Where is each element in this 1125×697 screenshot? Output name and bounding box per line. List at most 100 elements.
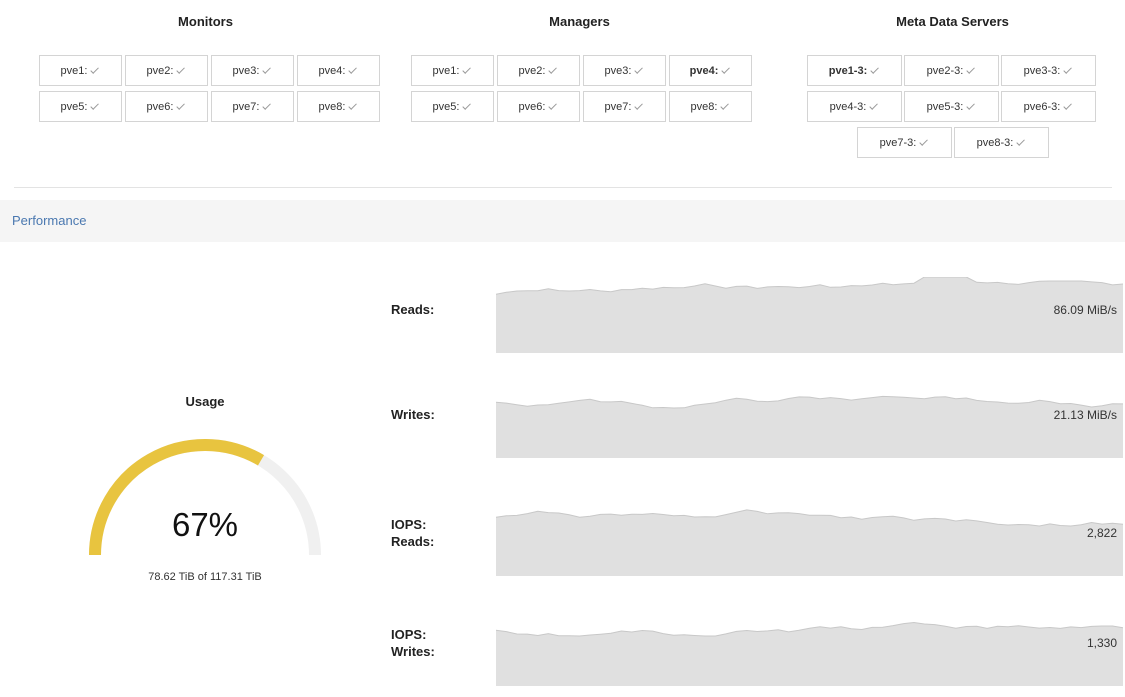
check-icon xyxy=(548,64,558,74)
service-node[interactable]: pve8: xyxy=(297,91,380,122)
check-icon xyxy=(90,100,100,110)
service-node[interactable]: pve8: xyxy=(669,91,752,122)
service-node[interactable]: pve6: xyxy=(125,91,208,122)
check-icon xyxy=(262,64,272,74)
service-node-label: pve2: xyxy=(146,64,174,77)
sparkline-area xyxy=(496,509,1123,576)
service-node-label: pve1: xyxy=(432,64,460,77)
check-icon xyxy=(919,136,929,146)
usage-gauge xyxy=(89,438,321,556)
monitors-group: Monitors pve1: pve2: pve3: pve4: pve5: pve6: p… xyxy=(34,0,380,130)
check-icon xyxy=(634,100,644,110)
service-node[interactable]: pve4: xyxy=(669,55,752,86)
service-node[interactable]: pve3: xyxy=(211,55,294,86)
service-node[interactable]: pve2: xyxy=(497,55,580,86)
service-node[interactable]: pve2: xyxy=(125,55,208,86)
performance-header: Performance xyxy=(0,200,1125,242)
service-node-label: pve7-3: xyxy=(879,136,917,149)
check-icon xyxy=(462,64,472,74)
check-icon xyxy=(869,100,879,110)
service-node[interactable]: pve1: xyxy=(39,55,122,86)
check-icon xyxy=(176,100,186,110)
service-node-label: pve6: xyxy=(518,100,546,113)
service-node[interactable]: pve6: xyxy=(497,91,580,122)
check-icon xyxy=(721,64,731,74)
service-node-label: pve7: xyxy=(604,100,632,113)
check-icon xyxy=(176,64,186,74)
service-node-label: pve4: xyxy=(689,64,719,77)
service-node-label: pve3: xyxy=(232,64,260,77)
service-node-label: pve5: xyxy=(432,100,460,113)
check-icon xyxy=(966,64,976,74)
metric-value: 1,330 xyxy=(1086,636,1117,650)
check-icon xyxy=(548,100,558,110)
service-node[interactable]: pve4-3: xyxy=(807,91,902,122)
metric-label: Reads: xyxy=(391,302,435,317)
service-node[interactable]: pve5: xyxy=(411,91,494,122)
service-node[interactable]: pve2-3: xyxy=(904,55,999,86)
service-node-label: pve6-3: xyxy=(1023,100,1061,113)
sparkline-area xyxy=(496,622,1123,686)
service-node-label: pve4-3: xyxy=(829,100,867,113)
check-icon xyxy=(1016,136,1026,146)
mds-title: Meta Data Servers xyxy=(896,14,1009,29)
service-node[interactable]: pve5-3: xyxy=(904,91,999,122)
service-node[interactable]: pve8-3: xyxy=(954,127,1049,158)
service-node[interactable]: pve7-3: xyxy=(857,127,952,158)
service-node-label: pve8: xyxy=(318,100,346,113)
check-icon xyxy=(720,100,730,110)
service-node-label: pve8: xyxy=(690,100,718,113)
check-icon xyxy=(634,64,644,74)
sparkline-area xyxy=(496,396,1123,458)
mds-group: Meta Data Servers pve1-3: pve2-3: pve3-3: p… xyxy=(805,0,1100,170)
section-divider xyxy=(14,187,1112,188)
usage-percent: 67% xyxy=(171,506,239,543)
service-node[interactable]: pve5: xyxy=(39,91,122,122)
check-icon xyxy=(462,100,472,110)
service-node-label: pve5: xyxy=(60,100,88,113)
service-node-label: pve6: xyxy=(146,100,174,113)
sparkline-graphic xyxy=(496,509,1123,576)
service-node[interactable]: pve1: xyxy=(411,55,494,86)
monitors-title: Monitors xyxy=(178,14,233,29)
managers-title: Managers xyxy=(549,14,610,29)
metric-sparkline: 2,822 xyxy=(496,500,1123,576)
sparkline-graphic xyxy=(496,621,1123,686)
usage-detail: 78.62 TiB of 117.31 TiB xyxy=(148,571,262,583)
service-node-label: pve1-3: xyxy=(828,64,868,77)
check-icon xyxy=(1063,100,1073,110)
check-icon xyxy=(966,100,976,110)
service-node-label: pve3-3: xyxy=(1023,64,1061,77)
check-icon xyxy=(870,64,880,74)
service-node-label: pve8-3: xyxy=(976,136,1014,149)
check-icon xyxy=(1063,64,1073,74)
metric-label: Writes: xyxy=(391,407,435,422)
check-icon xyxy=(262,100,272,110)
service-node-label: pve7: xyxy=(232,100,260,113)
managers-group: Managers pve1: pve2: pve3: pve4: pve5: pve6: p… xyxy=(408,0,752,130)
service-node-label: pve3: xyxy=(604,64,632,77)
metric-label: IOPS: Writes: xyxy=(391,627,435,659)
service-node[interactable]: pve6-3: xyxy=(1001,91,1096,122)
service-node-label: pve2: xyxy=(518,64,546,77)
performance-title: Performance xyxy=(12,213,87,228)
service-node[interactable]: pve4: xyxy=(297,55,380,86)
metric-value: 21.13 MiB/s xyxy=(1053,408,1117,422)
check-icon xyxy=(348,100,358,110)
service-node-label: pve4: xyxy=(318,64,346,77)
service-node-label: pve1: xyxy=(60,64,88,77)
metric-value: 86.09 MiB/s xyxy=(1053,303,1117,317)
sparkline-graphic xyxy=(496,395,1123,458)
usage-title: Usage xyxy=(185,394,225,409)
service-node[interactable]: pve1-3: xyxy=(807,55,902,86)
service-node-label: pve2-3: xyxy=(926,64,964,77)
service-node[interactable]: pve7: xyxy=(211,91,294,122)
service-node[interactable]: pve3: xyxy=(583,55,666,86)
metric-sparkline: 21.13 MiB/s xyxy=(496,382,1123,458)
service-node[interactable]: pve7: xyxy=(583,91,666,122)
metric-sparkline: 86.09 MiB/s xyxy=(496,277,1123,353)
service-node[interactable]: pve3-3: xyxy=(1001,55,1096,86)
metric-value: 2,822 xyxy=(1086,526,1117,540)
service-node-label: pve5-3: xyxy=(926,100,964,113)
check-icon xyxy=(90,64,100,74)
